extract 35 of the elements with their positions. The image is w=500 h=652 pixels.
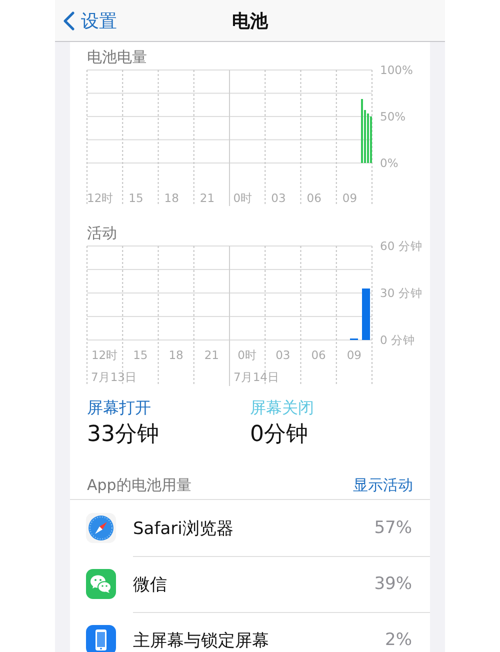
usage-percent: 57% [374, 518, 412, 538]
usage-percent: 39% [374, 574, 412, 594]
chart-title: 活动 [86, 223, 118, 242]
date-label: 7月13日 [91, 370, 137, 384]
axis-label: 21 [204, 348, 219, 362]
axis-label: 50% [380, 110, 406, 124]
axis-label: 09 [346, 348, 362, 362]
stat-value: 33分钟 [87, 422, 160, 448]
axis-label: 60 分钟 [380, 239, 422, 253]
axis-label: 18 [164, 191, 179, 205]
date-label: 7月14日 [234, 370, 280, 384]
axis-label: 30 分钟 [380, 286, 422, 300]
usage-percent: 2% [385, 630, 412, 650]
section-title: App的电池用量 [87, 476, 192, 494]
axis-label: 12时 [87, 191, 114, 205]
axis-label: 0% [380, 156, 398, 170]
axis-label: 06 [311, 348, 326, 362]
axis-label: 12时 [92, 348, 118, 362]
axis-label: 0时 [238, 348, 257, 362]
axis-label: 15 [133, 348, 148, 362]
axis-label: 09 [342, 191, 358, 205]
stat-label: 屏幕关闭 [250, 399, 315, 417]
page-title: 电池 [232, 10, 268, 32]
axis-label: 0 分钟 [380, 333, 415, 347]
chart-title: 电池电量 [86, 47, 148, 66]
axis-label: 100% [380, 63, 413, 77]
axis-label: 0时 [233, 191, 253, 205]
axis-label: 18 [168, 348, 184, 362]
axis-label: 03 [276, 348, 290, 362]
stat-label: 屏幕打开 [87, 399, 152, 417]
axis-label: 06 [306, 191, 322, 205]
axis-label: 21 [200, 191, 215, 205]
stat-value: 0分钟 [250, 422, 309, 448]
axis-label: 15 [128, 191, 144, 205]
axis-label: 03 [271, 191, 286, 205]
